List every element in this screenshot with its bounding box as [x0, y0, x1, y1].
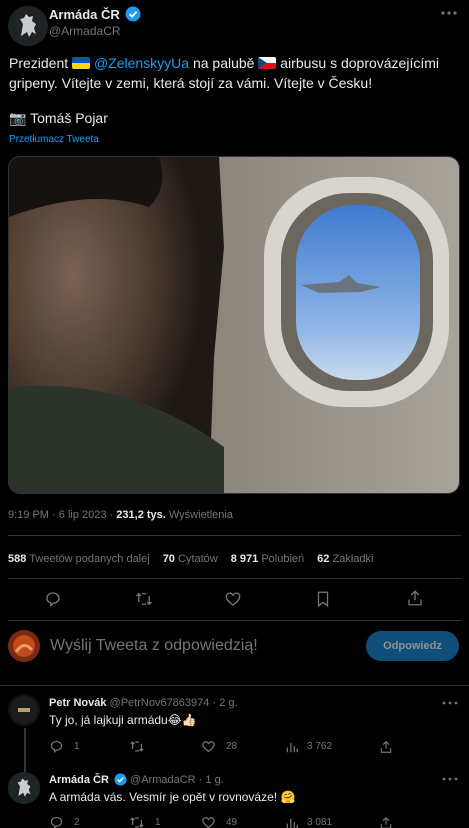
author-name-block[interactable]: Armáda ČR	[49, 6, 141, 22]
bookmarks-count: 62	[317, 553, 330, 565]
reply-views-action[interactable]: 3 762	[285, 740, 379, 754]
mention-link[interactable]: @ZelenskyyUa	[94, 55, 189, 71]
more-options-icon[interactable]	[442, 701, 458, 705]
reply-like-action[interactable]: 49	[201, 815, 285, 828]
translate-link[interactable]: Przetłumacz Tweeta	[9, 134, 99, 145]
tweet-date[interactable]: 6 lip 2023	[59, 509, 107, 521]
retweet-icon	[130, 741, 144, 752]
tweet-time[interactable]: 9:19 PM	[8, 509, 49, 521]
bookmark-icon[interactable]	[315, 590, 331, 608]
current-user-avatar[interactable]	[8, 630, 40, 662]
tweet-text-part2: na palubě	[192, 55, 255, 71]
like-icon[interactable]	[224, 590, 242, 608]
likes-count: 8 971	[230, 553, 259, 565]
reply-time[interactable]: 1 g.	[205, 774, 223, 786]
author-avatar[interactable]	[8, 6, 48, 46]
likes-stat[interactable]: 8 971 Polubień	[231, 553, 304, 565]
tweet-text-part1: Prezident	[9, 55, 69, 71]
user-avatar-image	[8, 630, 40, 662]
divider	[8, 535, 461, 536]
reply-button[interactable]: Odpowiedz	[366, 631, 459, 661]
reply-like-action[interactable]: 28	[201, 739, 285, 754]
reply-input[interactable]: Wyślij Tweeta z odpowiedzią!	[50, 637, 258, 655]
retweets-count: 588	[8, 553, 27, 565]
reply-actions: 2 1 49 3 081	[49, 815, 393, 828]
retweet-icon[interactable]	[134, 590, 154, 608]
reply-text: A armáda vás. Vesmír je opět v rovnováze…	[49, 790, 296, 804]
photo-credit-line: 📷 Tomáš Pojar	[9, 110, 108, 127]
reply-time[interactable]: 2 g.	[219, 697, 237, 709]
share-icon[interactable]	[379, 816, 393, 828]
reply-text: Ty jo, já lajkuji armádu😂👍🏻	[49, 713, 197, 727]
reply-like-count: 49	[226, 817, 238, 828]
quotes-stat[interactable]: 70 Cytatów	[163, 553, 218, 565]
reply-icon	[50, 740, 63, 754]
reply-avatar[interactable]	[8, 772, 40, 804]
camera-icon: 📷	[9, 110, 27, 126]
photo-credit: Tomáš Pojar	[30, 110, 108, 126]
views-chart-icon	[286, 742, 298, 752]
reply-retweet-count: 1	[155, 817, 161, 828]
reply-reply-count: 2	[74, 817, 80, 828]
author-name[interactable]: Armáda ČR	[49, 7, 120, 22]
share-icon[interactable]	[379, 740, 393, 754]
ukraine-flag-icon	[72, 57, 91, 69]
reply-avatar[interactable]	[8, 694, 40, 726]
reply-header: Armáda ČR @ArmadaCR · 1 g.	[49, 773, 224, 786]
reply-like-count: 28	[226, 741, 238, 752]
likes-label: Polubień	[261, 553, 305, 565]
divider	[8, 578, 461, 579]
reply-reply-action[interactable]: 2	[49, 815, 129, 828]
reply-dot: ·	[198, 774, 203, 786]
reply-author-name[interactable]: Petr Novák	[49, 697, 106, 709]
reply-retweet-action[interactable]: 1	[129, 815, 201, 828]
quotes-count: 70	[162, 553, 175, 565]
bookmarks-label: Zakładki	[332, 553, 374, 565]
views-chart-icon	[286, 818, 298, 828]
like-icon	[202, 817, 215, 828]
user-avatar-image	[8, 694, 40, 726]
share-icon[interactable]	[406, 589, 424, 607]
retweets-stat[interactable]: 588 Tweetów podanych dalej	[8, 553, 150, 565]
more-options-icon[interactable]	[440, 10, 458, 16]
army-lion-logo	[8, 6, 48, 46]
reply-author-handle[interactable]: @ArmadaCR	[130, 774, 196, 786]
like-icon	[202, 741, 215, 753]
verified-badge-icon	[114, 773, 127, 786]
more-options-icon[interactable]	[442, 777, 458, 781]
cabin-window-photo	[9, 157, 459, 493]
views-label: Wyświetlenia	[168, 509, 233, 521]
reply-retweet-action[interactable]	[129, 739, 201, 754]
reply-header: Petr Novák @PetrNov67863974 · 2 g.	[49, 697, 238, 709]
verified-badge-icon	[125, 6, 141, 22]
reply-icon[interactable]	[44, 590, 62, 608]
retweet-icon	[130, 817, 144, 828]
divider	[0, 685, 469, 686]
reply-views-count: 3 762	[307, 741, 333, 752]
engagement-stats: 588 Tweetów podanych dalej 70 Cytatów 8 …	[8, 553, 373, 565]
tweet-photo[interactable]	[8, 156, 460, 494]
reply-author-name[interactable]: Armáda ČR	[49, 774, 109, 786]
czech-flag-icon	[258, 57, 277, 69]
reply-icon	[50, 816, 63, 828]
tweet-text: Prezident @ZelenskyyUa na palubě airbusu…	[9, 53, 461, 93]
reply-author-handle[interactable]: @PetrNov67863974	[110, 697, 210, 709]
reply-actions: 1 28 3 762	[49, 739, 393, 754]
reply-reply-action[interactable]: 1	[49, 739, 129, 754]
army-lion-logo	[8, 772, 40, 804]
divider	[8, 620, 461, 621]
timestamp-line: 9:19 PM · 6 lip 2023 · 231,2 tys. Wyświe…	[8, 509, 233, 521]
views-count: 231,2 tys.	[116, 509, 166, 521]
reply-dot: ·	[212, 697, 217, 709]
quotes-label: Cytatów	[178, 553, 218, 565]
thread-line	[24, 728, 26, 772]
reply-views-count: 3 081	[307, 817, 333, 828]
author-handle[interactable]: @ArmadaCR	[49, 24, 121, 38]
reply-views-action[interactable]: 3 081	[285, 816, 379, 828]
reply-reply-count: 1	[74, 741, 80, 752]
retweets-label: Tweetów podanych dalej	[29, 553, 150, 565]
bookmarks-stat[interactable]: 62 Zakładki	[317, 553, 373, 565]
